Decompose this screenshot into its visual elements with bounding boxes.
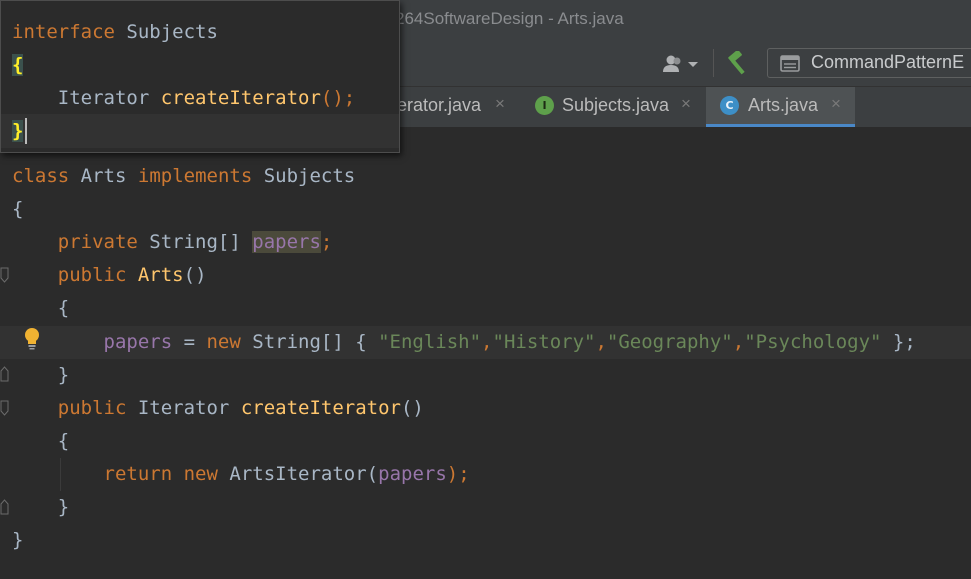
code-line-constructor: public Arts() [12, 259, 207, 292]
close-icon[interactable]: × [831, 94, 841, 114]
fold-marker-icon[interactable] [0, 399, 9, 417]
type-name: String[] { [240, 331, 379, 353]
text-cursor [25, 118, 27, 144]
matched-brace: { [12, 54, 24, 76]
brace: } [57, 364, 70, 386]
constructor-name: Arts [137, 264, 184, 286]
keyword-new: new [183, 463, 218, 485]
window-title: 264SoftwareDesign - Arts.java [395, 9, 624, 28]
tab-iterator[interactable]: erator.java × [385, 87, 523, 127]
interface-name: Subjects [263, 165, 356, 187]
popup-interface-declaration: interface Subjects [12, 16, 218, 49]
code-line-method: public Iterator createIterator() [12, 392, 424, 425]
keyword-implements: implements [137, 165, 253, 187]
parens: () [400, 397, 424, 419]
current-line-highlight [1, 114, 399, 148]
statement-end: ); [446, 463, 470, 485]
close-icon[interactable]: × [681, 94, 691, 114]
field-papers-highlight: papers [252, 231, 321, 253]
brace: { [12, 198, 24, 220]
code-line-field: private String[] papers; [12, 226, 332, 259]
brace: } [12, 529, 24, 551]
operator: = [172, 331, 207, 353]
code-line-open-brace: { [12, 292, 69, 325]
keyword-new: new [206, 331, 241, 353]
paren: ( [366, 463, 379, 485]
statement-end: }; [881, 331, 916, 353]
string-literal: "Psychology" [744, 331, 882, 353]
parens: () [183, 264, 207, 286]
interface-name: Subjects [126, 21, 218, 43]
code-line-close-brace: } [12, 491, 69, 524]
constructor-call: ArtsIterator [229, 463, 367, 485]
type-name: Iterator [137, 397, 230, 419]
tab-label: erator.java [397, 95, 482, 115]
user-dropdown-icon[interactable] [662, 54, 702, 74]
run-configuration-select[interactable]: CommandPatternE [767, 48, 971, 78]
tab-subjects[interactable]: I Subjects.java × [523, 87, 707, 127]
statement-end: (); [320, 87, 356, 109]
keyword-public: public [57, 397, 127, 419]
interface-icon: I [535, 96, 554, 115]
field-papers: papers [378, 463, 447, 485]
brace: { [57, 430, 70, 452]
keyword-public: public [57, 264, 127, 286]
code-line-open-brace: { [12, 193, 23, 226]
code-line-class-declaration: class Arts implements Subjects [12, 160, 355, 193]
tab-label: Subjects.java [562, 95, 670, 115]
keyword-class: class [12, 165, 70, 187]
quick-definition-popup[interactable]: interface Subjects { Iterator createIter… [0, 0, 400, 153]
string-literal: "History" [492, 331, 596, 353]
brace: } [57, 496, 70, 518]
type-name: String[] [149, 231, 241, 253]
popup-close-brace: } [12, 115, 24, 148]
close-icon[interactable]: × [495, 94, 505, 114]
hammer-build-icon[interactable] [726, 49, 752, 75]
comma: , [732, 331, 745, 353]
class-icon: C [720, 96, 739, 115]
field-papers: papers [103, 331, 173, 353]
semicolon: ; [320, 231, 333, 253]
popup-method-signature: Iterator createIterator(); [12, 82, 355, 115]
keyword-return: return [103, 463, 173, 485]
keyword-interface: interface [12, 21, 115, 43]
string-literal: "English" [378, 331, 482, 353]
class-name: Arts [80, 165, 127, 187]
comma: , [481, 331, 493, 353]
fold-marker-icon[interactable] [0, 365, 9, 383]
tab-arts-active[interactable]: C Arts.java × [706, 87, 855, 127]
brace: { [57, 297, 70, 319]
tab-label: Arts.java [748, 95, 819, 115]
matched-brace: } [12, 120, 24, 142]
code-line-return: return new ArtsIterator(papers); [12, 458, 470, 491]
run-config-icon [780, 55, 800, 72]
type-name: Iterator [57, 87, 150, 109]
fold-marker-icon[interactable] [0, 498, 9, 516]
code-line-open-brace: { [12, 425, 69, 458]
fold-marker-icon[interactable] [0, 266, 9, 284]
run-config-label: CommandPatternE [811, 52, 965, 72]
toolbar-separator [713, 49, 714, 77]
comma: , [595, 331, 607, 353]
method-name: createIterator [160, 87, 321, 109]
keyword-private: private [57, 231, 138, 253]
code-line-close-brace: } [12, 359, 69, 392]
code-line-class-close: } [12, 524, 23, 557]
popup-open-brace: { [12, 49, 24, 82]
code-editor[interactable]: class Arts implements Subjects { private… [0, 128, 971, 579]
string-literal: "Geography" [606, 331, 733, 353]
code-line-array-init: papers = new String[] { "English","Histo… [12, 326, 916, 359]
method-name: createIterator [240, 397, 401, 419]
